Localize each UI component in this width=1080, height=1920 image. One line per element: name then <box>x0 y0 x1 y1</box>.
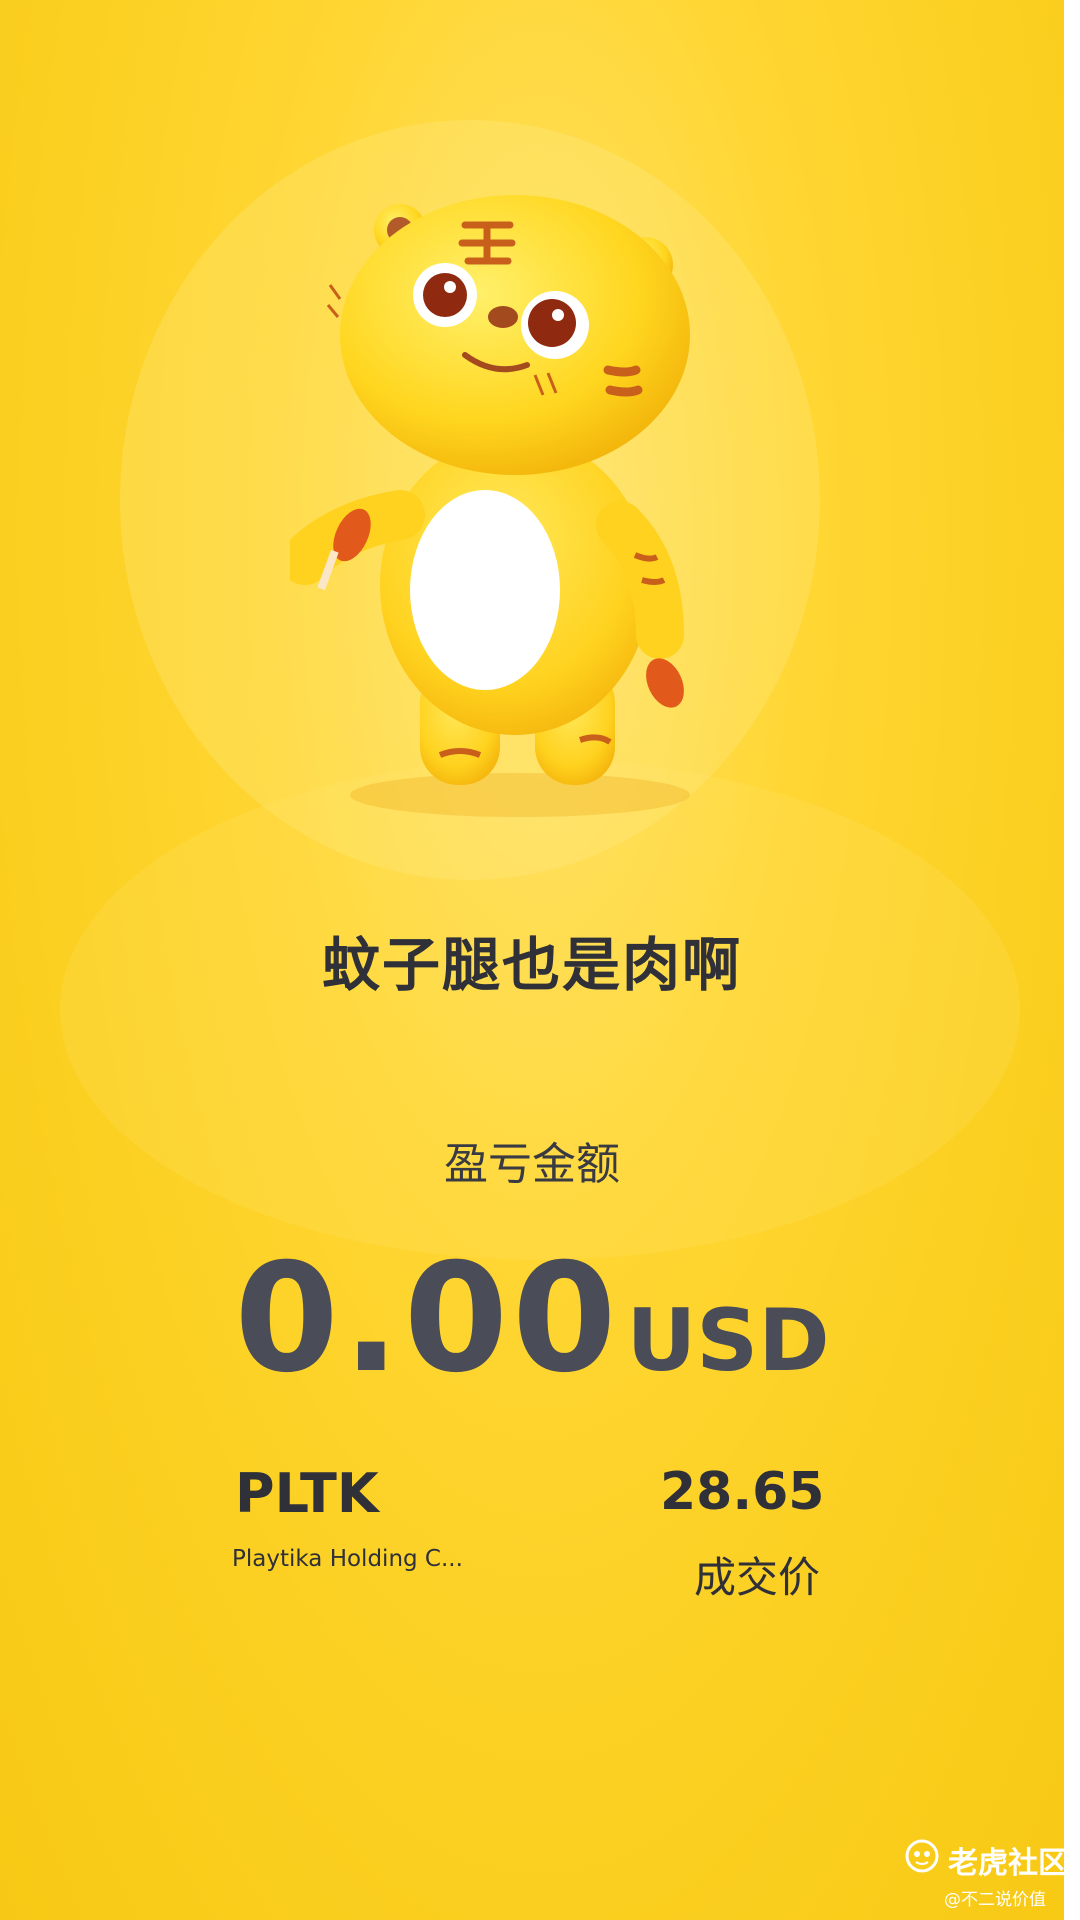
right-edge-strip <box>1064 0 1080 1920</box>
headline: 蚊子腿也是肉啊 <box>321 931 742 999</box>
trade-price: 28.65 <box>660 1462 825 1522</box>
pnl-currency: USD <box>626 1291 830 1391</box>
pnl-amount: 0.00 <box>234 1232 621 1406</box>
tiger-logo-icon <box>905 1839 939 1873</box>
trade-price-label: 成交价 <box>693 1553 820 1602</box>
company-name: Playtika Holding C... <box>232 1546 463 1572</box>
watermark-brand: 老虎社区 <box>948 1846 1068 1881</box>
tiger-mascot-icon <box>290 195 690 817</box>
pnl-amount-row: 0.00USD <box>0 1232 1064 1406</box>
stock-ticker: PLTK <box>235 1462 379 1525</box>
pnl-label: 盈亏金额 <box>444 1139 620 1190</box>
watermark-user: @不二说价值 <box>944 1890 1046 1910</box>
